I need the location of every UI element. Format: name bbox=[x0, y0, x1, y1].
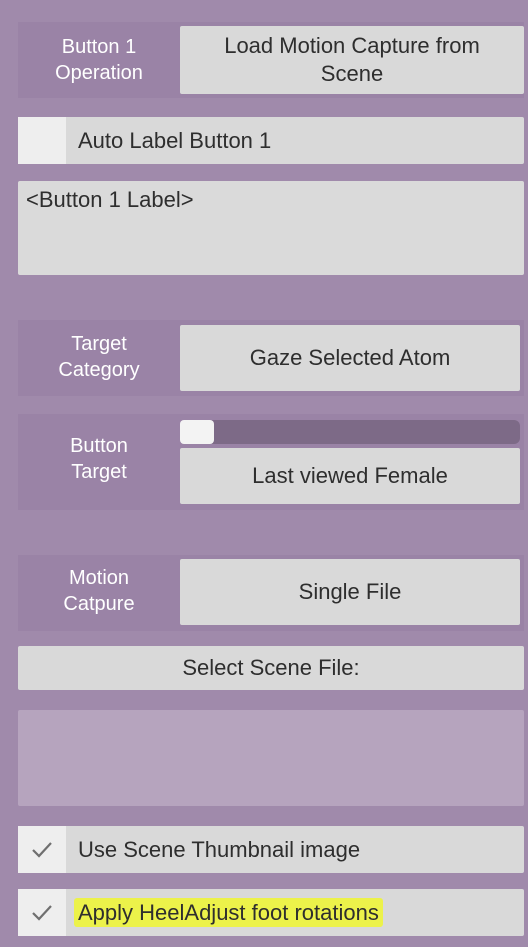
apply-heel-checkbox[interactable] bbox=[18, 889, 66, 936]
button-target-select-button[interactable]: Last viewed Female bbox=[180, 448, 520, 504]
use-thumbnail-text: Use Scene Thumbnail image bbox=[78, 837, 361, 862]
button-target-label: Button Target bbox=[70, 435, 128, 483]
select-scene-file-button[interactable]: Select Scene File: bbox=[18, 646, 524, 690]
operation-label: Button 1 Operation bbox=[55, 36, 143, 84]
slider-handle[interactable] bbox=[180, 420, 214, 444]
highlight-mark: Apply HeelAdjust foot rotations bbox=[74, 898, 383, 927]
operation-select-button[interactable]: Load Motion Capture from Scene bbox=[180, 26, 524, 94]
checkmark-icon bbox=[32, 904, 52, 921]
button-label-input[interactable]: <Button 1 Label> bbox=[18, 181, 524, 275]
motion-capture-label: Motion Catpure bbox=[63, 567, 135, 615]
auto-label-checkbox[interactable] bbox=[18, 117, 66, 164]
button-target-slider[interactable] bbox=[180, 420, 520, 444]
use-thumbnail-toggle[interactable]: Use Scene Thumbnail image bbox=[18, 826, 524, 873]
target-category-label: Target Category bbox=[58, 333, 140, 381]
apply-heel-text: Apply HeelAdjust foot rotations bbox=[74, 889, 383, 936]
apply-heel-toggle[interactable]: Apply HeelAdjust foot rotations bbox=[18, 889, 524, 936]
motion-capture-select-button[interactable]: Single File bbox=[180, 559, 520, 625]
plugin-panel: Button 1 Operation Load Motion Capture f… bbox=[0, 0, 528, 947]
auto-label-toggle[interactable]: Auto Label Button 1 bbox=[18, 117, 524, 164]
target-category-select-button[interactable]: Gaze Selected Atom bbox=[180, 325, 520, 391]
scene-file-display bbox=[18, 710, 524, 806]
checkmark-icon bbox=[32, 841, 52, 858]
use-thumbnail-checkbox[interactable] bbox=[18, 826, 66, 873]
auto-label-text: Auto Label Button 1 bbox=[78, 128, 272, 153]
